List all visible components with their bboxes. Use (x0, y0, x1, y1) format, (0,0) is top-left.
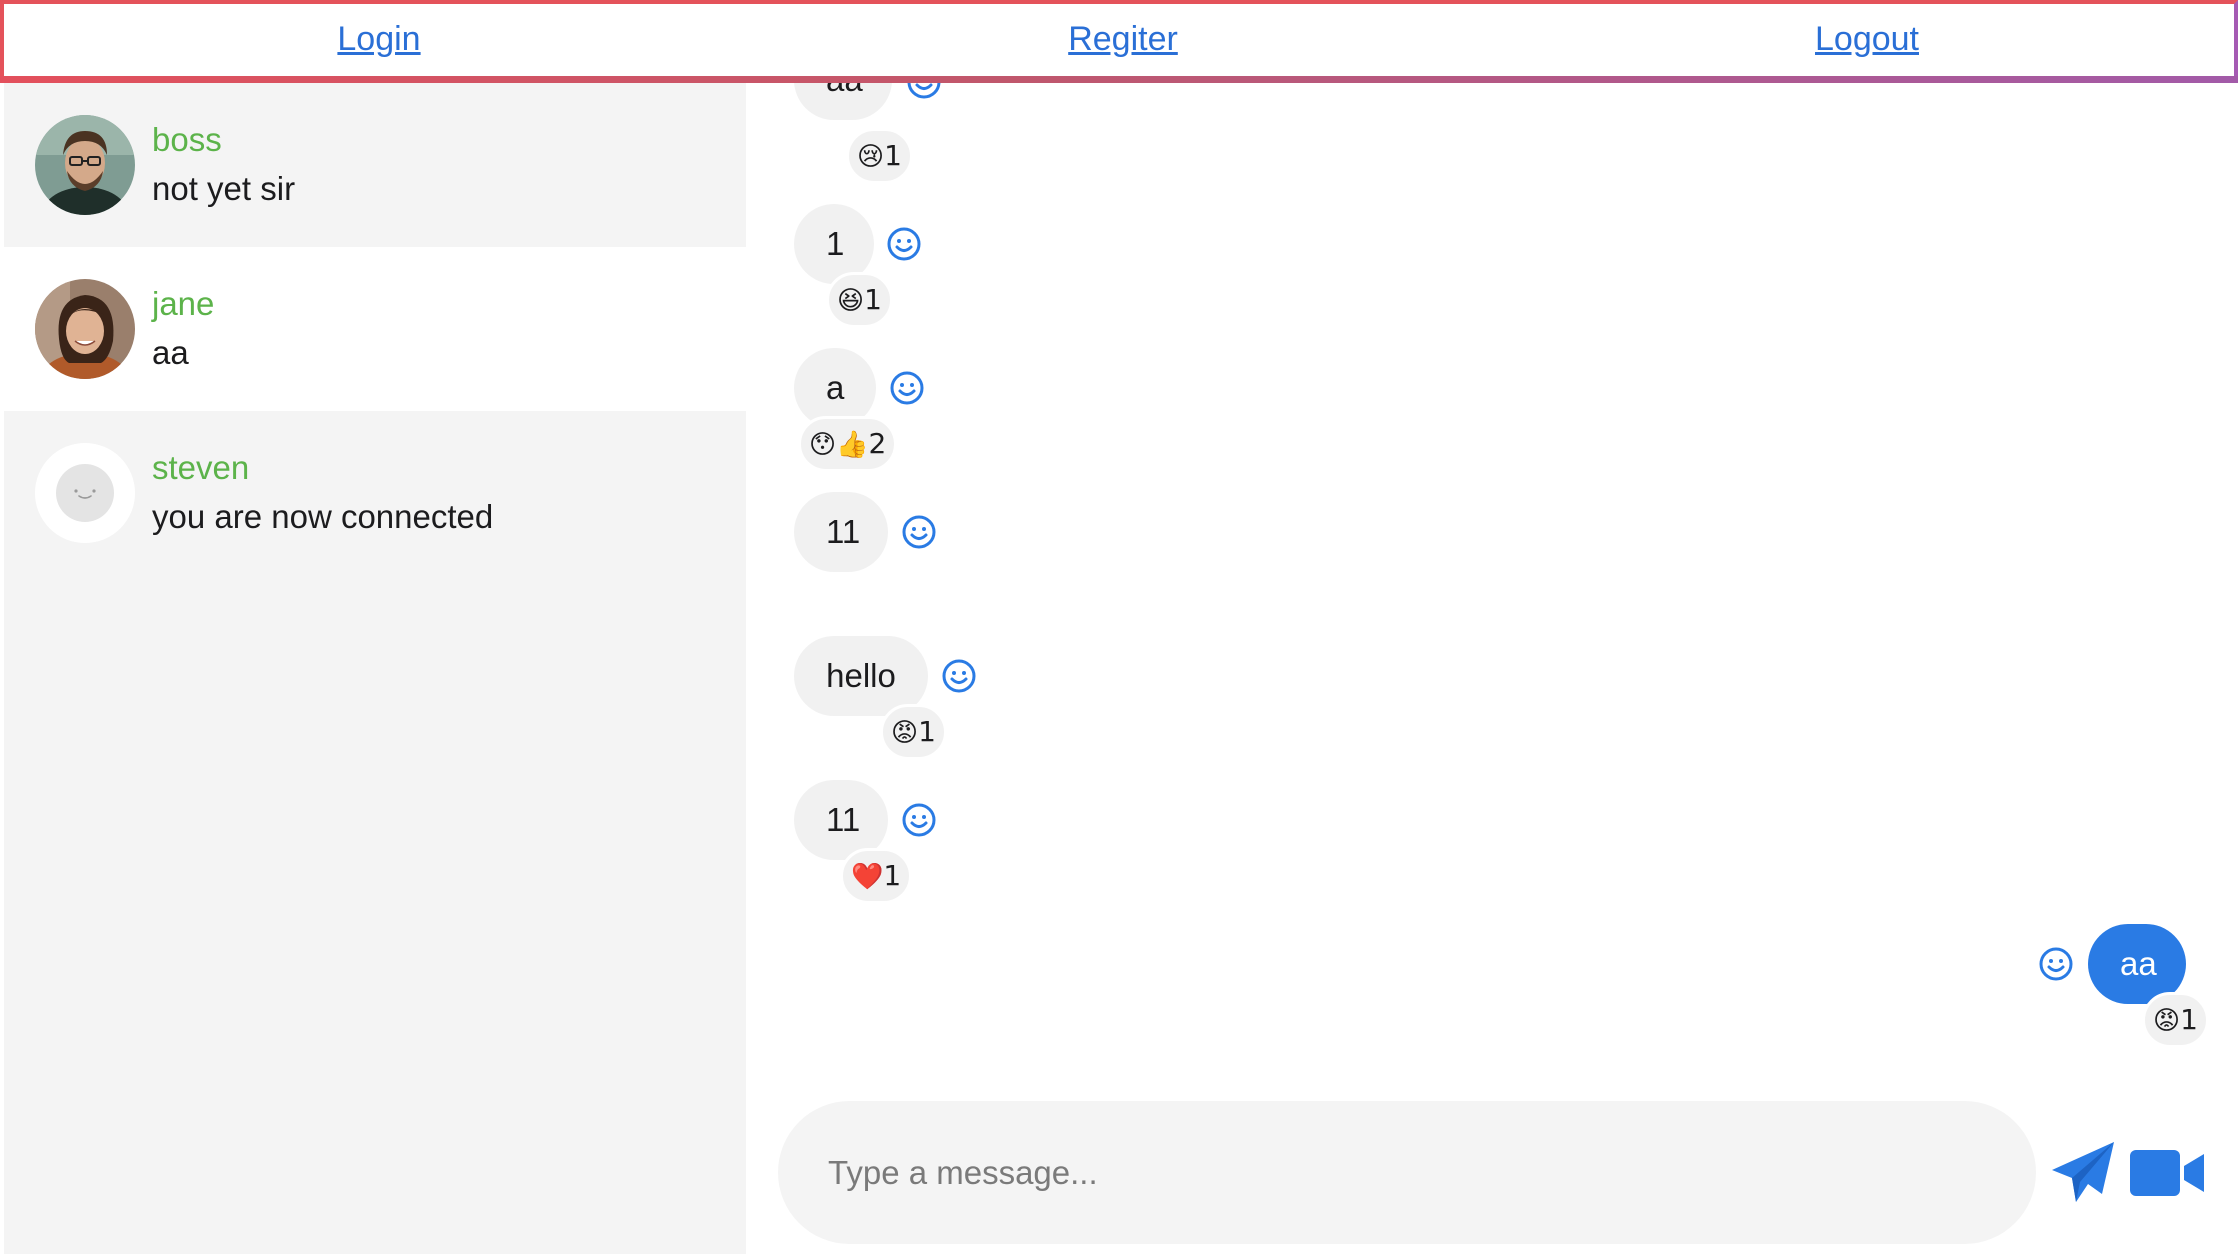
message-bubble: 11 (794, 492, 888, 572)
reaction-count: 1 (864, 283, 882, 316)
conversation-item-jane[interactable]: jane aa (4, 247, 746, 411)
logout-link[interactable]: Logout (1815, 20, 1919, 59)
conversation-name: jane (152, 285, 215, 322)
avatar (35, 279, 135, 379)
avatar (35, 443, 135, 543)
reaction-count: 2 (868, 427, 887, 460)
smiley-icon[interactable] (941, 658, 977, 694)
message-bubble: aa (794, 83, 892, 120)
smiley-icon[interactable] (889, 370, 925, 406)
reaction-badge[interactable]: 😡1 (880, 704, 947, 760)
conversation-item-steven[interactable]: steven you are now connected (4, 411, 746, 575)
nav-divider (0, 76, 2238, 83)
reaction-emoji: 😢 (857, 142, 885, 172)
smiley-icon[interactable] (886, 226, 922, 262)
smiley-icon[interactable] (2038, 946, 2074, 982)
reaction-badge[interactable]: 😯👍2 (798, 416, 898, 472)
reaction-emoji: 😆 (837, 286, 865, 316)
chat-panel: aa 😢1 1 😆1 a 😯👍2 11 hello 😡1 11 ❤️1 aa 😡… (746, 83, 2234, 1254)
smiley-icon[interactable] (901, 802, 937, 838)
reaction-badge[interactable]: 😡1 (2142, 992, 2209, 1048)
reaction-count: 1 (2180, 1003, 2198, 1036)
reaction-emoji: 😯👍 (809, 430, 869, 460)
smiley-icon[interactable] (901, 514, 937, 550)
message-input[interactable] (778, 1101, 2036, 1244)
reaction-emoji: 😡 (891, 718, 919, 748)
top-navigation: Login Regiter Logout (0, 0, 2238, 78)
photo-woman-avatar-icon (35, 279, 135, 379)
reaction-badge[interactable]: 😢1 (846, 128, 913, 184)
conversation-last-message: you are now connected (152, 498, 494, 535)
conversation-name: boss (152, 121, 222, 158)
reaction-count: 1 (884, 139, 902, 172)
conversation-last-message: not yet sir (152, 170, 296, 207)
reaction-count: 1 (918, 715, 936, 748)
default-avatar-icon (35, 443, 135, 543)
conversation-last-message: aa (152, 334, 189, 371)
conversation-list: boss not yet sir jane aa steven you are … (4, 83, 746, 1254)
reaction-emoji: 😡 (2153, 1006, 2181, 1036)
video-camera-icon[interactable] (2130, 1148, 2204, 1198)
reaction-emoji: ❤️ (851, 862, 884, 892)
login-link[interactable]: Login (337, 20, 420, 59)
register-link[interactable]: Regiter (1068, 20, 1178, 59)
conversation-item-boss[interactable]: boss not yet sir (4, 83, 746, 247)
reaction-count: 1 (883, 859, 902, 892)
paper-plane-icon[interactable] (2050, 1140, 2116, 1206)
photo-man-avatar-icon (35, 115, 135, 215)
smiley-icon[interactable] (906, 83, 942, 100)
reaction-badge[interactable]: ❤️1 (840, 848, 913, 904)
conversation-name: steven (152, 449, 250, 486)
avatar (35, 115, 135, 215)
reaction-badge[interactable]: 😆1 (826, 272, 893, 328)
